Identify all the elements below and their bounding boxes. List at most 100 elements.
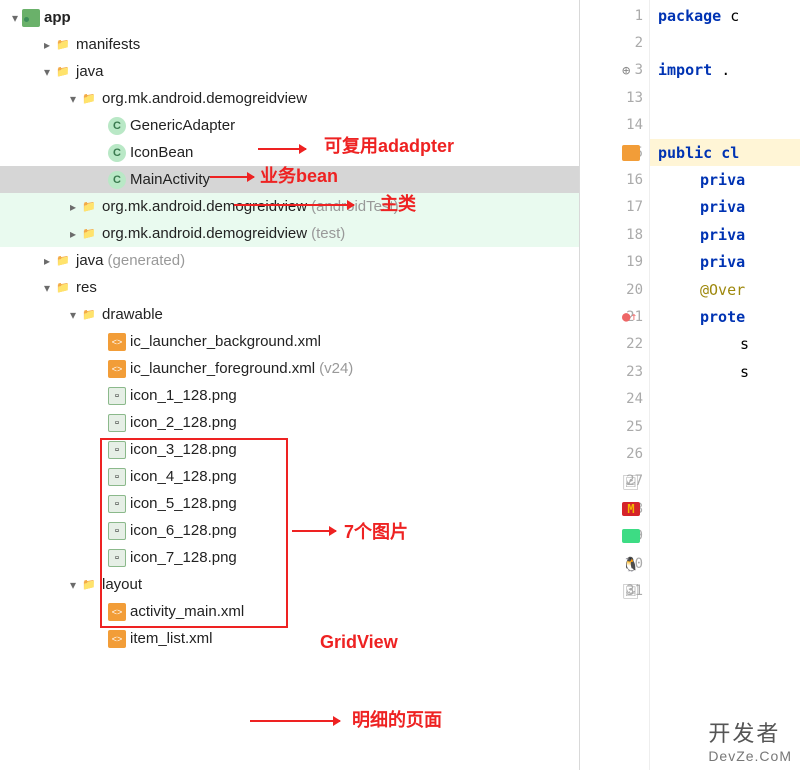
override-up-icon[interactable]: ●↑ bbox=[622, 309, 640, 325]
resource-thumb-icon: M bbox=[622, 501, 640, 517]
tree-row-icon[interactable]: ▫icon_6_128.png bbox=[0, 517, 579, 544]
chevron-right-icon[interactable] bbox=[66, 200, 80, 214]
xml-gutter-icon bbox=[622, 145, 640, 161]
tree-label: icon_3_128.png bbox=[130, 441, 237, 458]
class-icon: C bbox=[108, 117, 126, 135]
tree-row-layout[interactable]: 📁 layout bbox=[0, 571, 579, 598]
tree-row-app[interactable]: app bbox=[0, 4, 579, 31]
tree-label: org.mk.android.demogreidview bbox=[102, 90, 307, 107]
tree-label: layout bbox=[102, 576, 142, 593]
tree-label: icon_6_128.png bbox=[130, 522, 237, 539]
tree-label: icon_7_128.png bbox=[130, 549, 237, 566]
code-area[interactable]: package c import . public cl priva priva… bbox=[650, 0, 800, 770]
tree-row-xml-fg[interactable]: <> ic_launcher_foreground.xml (v24) bbox=[0, 355, 579, 382]
chevron-right-icon[interactable] bbox=[40, 38, 54, 52]
gutter-line: 27🖼 bbox=[580, 468, 649, 495]
gutter-line: 23 bbox=[580, 358, 649, 385]
tree-row-icon[interactable]: ▫icon_3_128.png bbox=[0, 436, 579, 463]
resource-thumb-icon: 🖼 bbox=[622, 474, 640, 490]
tree-label: res bbox=[76, 279, 97, 296]
tree-row-activity-main[interactable]: <> activity_main.xml bbox=[0, 598, 579, 625]
folder-icon: 📁 bbox=[54, 279, 72, 297]
gutter: 123⊕131415161718192021●↑222324252627🖼28M… bbox=[580, 0, 650, 770]
image-icon: ▫ bbox=[108, 549, 126, 567]
folder-icon: 📁 bbox=[80, 306, 98, 324]
image-icon: ▫ bbox=[108, 468, 126, 486]
tree-row-java[interactable]: 📁 java bbox=[0, 58, 579, 85]
package-icon: 📁 bbox=[80, 225, 98, 243]
tree-row-pkg-androidtest[interactable]: 📁 org.mk.android.demogreidview (androidT… bbox=[0, 193, 579, 220]
tree-row-genericadapter[interactable]: C GenericAdapter bbox=[0, 112, 579, 139]
image-icon: ▫ bbox=[108, 522, 126, 540]
tree-suffix: (androidTest) bbox=[311, 198, 399, 215]
resource-thumb-icon bbox=[622, 528, 640, 544]
chevron-right-icon[interactable] bbox=[66, 227, 80, 241]
gutter-line: 16 bbox=[580, 166, 649, 193]
tree-row-res[interactable]: 📁 res bbox=[0, 274, 579, 301]
class-icon: C bbox=[108, 144, 126, 162]
resource-thumb-icon: 🐧 bbox=[622, 556, 640, 572]
chevron-down-icon[interactable] bbox=[40, 281, 54, 295]
image-icon: ▫ bbox=[108, 414, 126, 432]
tree-label: org.mk.android.demogreidview bbox=[102, 198, 307, 215]
tree-row-java-gen[interactable]: 📁 java (generated) bbox=[0, 247, 579, 274]
image-icon: ▫ bbox=[108, 441, 126, 459]
package-icon: 📁 bbox=[80, 198, 98, 216]
tree-row-icon[interactable]: ▫icon_1_128.png bbox=[0, 382, 579, 409]
tree-label: org.mk.android.demogreidview bbox=[102, 225, 307, 242]
tree-row-icon[interactable]: ▫icon_7_128.png bbox=[0, 544, 579, 571]
tree-row-icon[interactable]: ▫icon_5_128.png bbox=[0, 490, 579, 517]
tree-label: IconBean bbox=[130, 144, 193, 161]
tree-row-manifests[interactable]: 📁 manifests bbox=[0, 31, 579, 58]
chevron-right-icon[interactable] bbox=[40, 254, 54, 268]
resource-thumb-icon: 🖼 bbox=[622, 583, 640, 599]
tree-label: java bbox=[76, 63, 104, 80]
gutter-line: 1 bbox=[580, 2, 649, 29]
tree-label: GenericAdapter bbox=[130, 117, 235, 134]
tree-row-pkg-test[interactable]: 📁 org.mk.android.demogreidview (test) bbox=[0, 220, 579, 247]
chevron-down-icon[interactable] bbox=[66, 578, 80, 592]
tree-row-item-list[interactable]: <> item_list.xml bbox=[0, 625, 579, 652]
code-kw: public bbox=[658, 144, 712, 162]
xml-icon: <> bbox=[108, 333, 126, 351]
gutter-line: 22 bbox=[580, 331, 649, 358]
gutter-line: 15 bbox=[580, 139, 649, 166]
fold-plus-icon[interactable]: ⊕ bbox=[622, 63, 640, 79]
package-icon: 📁 bbox=[80, 90, 98, 108]
tree-row-icon[interactable]: ▫icon_4_128.png bbox=[0, 463, 579, 490]
tree-label: app bbox=[44, 9, 71, 26]
gutter-line: 17 bbox=[580, 194, 649, 221]
chevron-down-icon[interactable] bbox=[66, 92, 80, 106]
tree-row-mainactivity[interactable]: C MainActivity bbox=[0, 166, 579, 193]
tree-row-icon[interactable]: ▫icon_2_128.png bbox=[0, 409, 579, 436]
gutter-line: 31🖼 bbox=[580, 577, 649, 604]
gutter-line: 18 bbox=[580, 221, 649, 248]
code-editor[interactable]: 123⊕131415161718192021●↑222324252627🖼28M… bbox=[580, 0, 800, 770]
tree-row-xml-bg[interactable]: <> ic_launcher_background.xml bbox=[0, 328, 579, 355]
xml-icon: <> bbox=[108, 603, 126, 621]
tree-row-iconbean[interactable]: C IconBean bbox=[0, 139, 579, 166]
tree-row-drawable[interactable]: 📁 drawable bbox=[0, 301, 579, 328]
gutter-line: 28M bbox=[580, 495, 649, 522]
project-tree[interactable]: app 📁 manifests 📁 java 📁 org.mk.android.… bbox=[0, 0, 580, 770]
tree-label: ic_launcher_background.xml bbox=[130, 333, 321, 350]
xml-icon: <> bbox=[108, 360, 126, 378]
tree-label: MainActivity bbox=[130, 171, 210, 188]
tree-label: icon_4_128.png bbox=[130, 468, 237, 485]
tree-row-pkg-main[interactable]: 📁 org.mk.android.demogreidview bbox=[0, 85, 579, 112]
folder-icon: 📁 bbox=[54, 63, 72, 81]
chevron-down-icon[interactable] bbox=[40, 65, 54, 79]
gutter-line: 3⊕ bbox=[580, 57, 649, 84]
chevron-down-icon[interactable] bbox=[8, 11, 22, 25]
gutter-line: 30🐧 bbox=[580, 550, 649, 577]
code-kw: package bbox=[658, 7, 721, 25]
folder-icon: 📁 bbox=[54, 36, 72, 54]
tree-suffix: (generated) bbox=[108, 252, 186, 269]
gutter-line: 20 bbox=[580, 276, 649, 303]
folder-gen-icon: 📁 bbox=[54, 252, 72, 270]
code-kw: import bbox=[658, 61, 712, 79]
tree-label: activity_main.xml bbox=[130, 603, 244, 620]
gutter-line: 29 bbox=[580, 522, 649, 549]
chevron-down-icon[interactable] bbox=[66, 308, 80, 322]
gutter-line: 14 bbox=[580, 112, 649, 139]
